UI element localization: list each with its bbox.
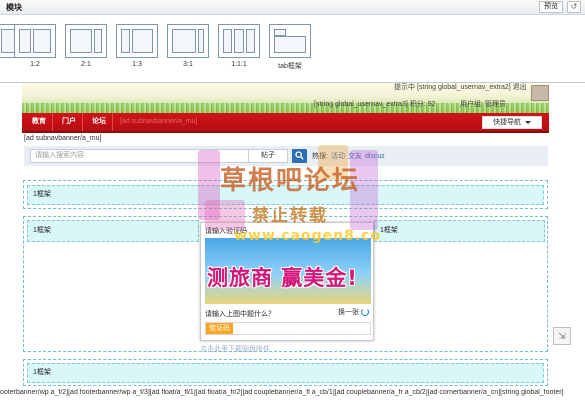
module-panel: 模块 预览 ↺ 1:2 2:1 1:3 3:1 1:1:1 tab框架 [0,0,585,83]
undo-button[interactable]: ↺ [567,1,581,13]
layout-option-1-1-1[interactable]: 1:1:1 [218,24,260,68]
layout-thumb-1-2-icon [14,24,56,58]
frame-column-left[interactable]: 1框架 [27,220,199,242]
undo-icon: ↺ [570,2,578,11]
captcha-image-text: 测旅商 赢美金! [207,266,358,290]
diy-frame-top[interactable]: 1框架 [23,180,548,209]
preview-button[interactable]: 预览 [539,1,563,13]
nav-item-portal[interactable]: 门户 [56,113,83,131]
layout-options: 1:2 2:1 1:3 3:1 1:1:1 tab框架 [0,24,585,74]
frame-column-right[interactable]: 1框架 [374,220,545,242]
search-button[interactable] [292,149,307,163]
layout-label: 3:1 [183,61,193,68]
layout-thumb-tab-icon [269,24,311,58]
layout-label: 1:1:1 [231,61,247,68]
user-extra-text: [string global_usernav_extra3] 积分: 92 [314,101,436,108]
captcha-image: 测旅商 赢美金! [205,238,371,304]
nav-item-forum[interactable]: 论坛 [86,113,113,131]
refresh-icon [361,308,369,317]
diy-preview-area: 提示中 [string global_usernav_extra2] 退出 [s… [0,83,585,400]
hot-term[interactable]: discuz [365,153,385,160]
frame-title: 1框架 [27,363,544,383]
layout-thumb-2-1-icon [65,24,107,58]
captcha-title: 请输入验证码 [205,228,247,235]
layout-thumb-1-1-1-icon [218,24,260,58]
nav-faded-text: [ad subnavbanner/a_mu] [120,118,198,125]
search-icon [295,151,304,160]
search-bar: 请输入搜索内容 帖子 热搜: 活动 交友 discuz [24,146,548,166]
hot-searches: 热搜: 活动 交友 discuz [312,151,385,161]
search-scope-select[interactable]: 帖子 [248,149,288,163]
captcha-popup: 请输入验证码 测旅商 赢美金! 请输入上图中题什么？ 换一张 验证码 [200,222,374,341]
user-nav-text[interactable]: 提示中 [string global_usernav_extra2] 退出 [394,83,527,92]
download-link[interactable]: 点击此里下载网盘附件 [200,344,270,354]
layout-thumb-3-1-icon [167,24,209,58]
hot-term[interactable]: 活动 [331,153,345,160]
footer-ad-placeholders: ooterbanner/wp a_f/2][ad footerbanner/wp… [0,389,564,396]
header-banner: 提示中 [string global_usernav_extra2] 退出 [s… [22,83,549,113]
layout-option-3-1[interactable]: 3:1 [167,24,209,68]
ad-placeholder: [ad subnavbanner/a_mu] [24,135,102,142]
layout-thumb-1-3-icon [116,24,158,58]
layout-label: tab框架 [278,63,302,70]
layout-option-tab[interactable]: tab框架 [269,24,311,71]
diy-frame-bottom[interactable]: 1框架 [23,359,548,386]
search-input[interactable]: 请输入搜索内容 [30,149,272,163]
captcha-input[interactable]: 验证码 [205,322,371,335]
captcha-input-label: 验证码 [206,323,233,334]
layout-option-1-3[interactable]: 1:3 [116,24,158,68]
hot-term[interactable]: 交友 [348,153,362,160]
layout-label: 1:3 [132,61,142,68]
layout-option-2-1[interactable]: 2:1 [65,24,107,68]
panel-header: 模块 预览 ↺ [0,0,585,15]
frame-title: 1框架 [27,185,544,205]
avatar[interactable] [531,85,549,101]
captcha-refresh-button[interactable]: 换一张 [338,307,369,317]
side-toggle-button[interactable]: ⇲ [553,327,571,345]
layout-option-1-2[interactable]: 1:2 [14,24,56,68]
captcha-refresh-label: 换一张 [338,309,359,316]
layout-label: 2:1 [81,61,91,68]
quick-nav-label: 快捷导航 [493,119,521,126]
captcha-question: 请输入上图中题什么？ [205,311,275,318]
exit-icon: ⇲ [558,331,566,341]
user-group-text: 用户组: 管理员 [460,101,506,108]
main-nav: 教育 门户 论坛 [ad subnavbanner/a_mu] 快捷导航 [22,113,549,133]
panel-title: 模块 [6,3,22,12]
chevron-down-icon [525,120,531,124]
hot-label: 热搜: [312,153,328,160]
nav-item-education[interactable]: 教育 [26,113,53,131]
layout-label: 1:2 [30,61,40,68]
quick-nav-button[interactable]: 快捷导航 [482,116,542,129]
